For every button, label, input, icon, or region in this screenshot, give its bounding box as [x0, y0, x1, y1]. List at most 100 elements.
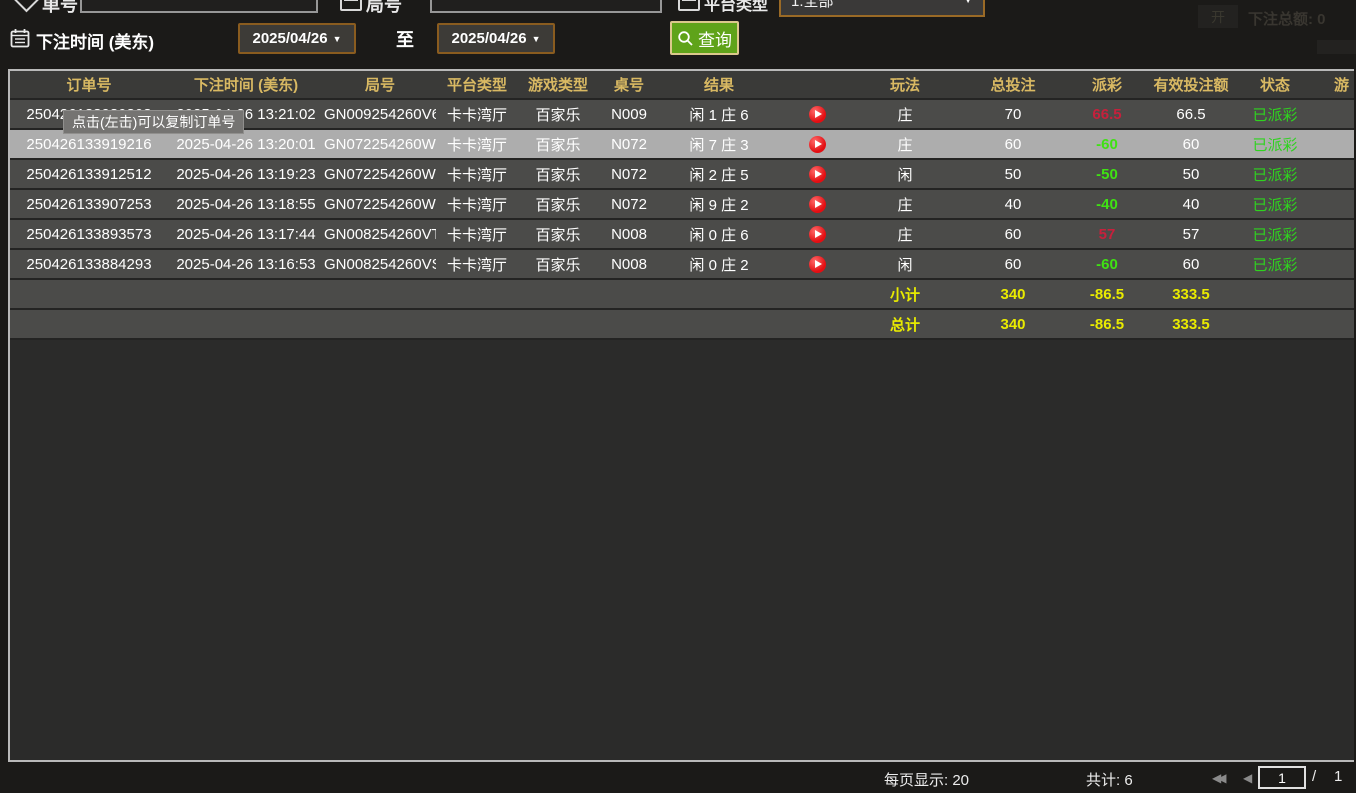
cell-extra: [1310, 129, 1354, 159]
cell-platform: 卡卡湾厅: [436, 159, 518, 189]
cell-empty: [436, 279, 518, 309]
cell-sum-valid: 333.5: [1142, 279, 1240, 309]
calendar-icon: [10, 28, 30, 48]
cell-play-type: 庄: [856, 189, 954, 219]
prev-page-button[interactable]: ◀: [1243, 771, 1252, 785]
replay-icon[interactable]: [809, 166, 826, 183]
form-icon-2: [678, 0, 700, 11]
query-button[interactable]: 查询: [670, 21, 739, 55]
date-to-picker[interactable]: 2025/04/26 ▼: [437, 23, 555, 54]
bet-time-label: 下注时间 (美东): [36, 28, 154, 53]
faint-background-rect: [1317, 40, 1356, 54]
platform-select-value: 1.全部: [791, 0, 834, 11]
cell-total-bet: 60: [954, 129, 1072, 159]
cell-table-no: N072: [598, 189, 660, 219]
round-no-input[interactable]: [430, 0, 662, 13]
cell-platform: 卡卡湾厅: [436, 219, 518, 249]
cell-payout: -40: [1072, 189, 1142, 219]
cell-status: 已派彩: [1240, 99, 1310, 129]
cell-game-type: 百家乐: [518, 99, 598, 129]
cell-play-type: 庄: [856, 129, 954, 159]
table-row[interactable]: 2504261339072532025-04-26 13:18:55GN0722…: [10, 189, 1354, 219]
cell-order-no[interactable]: 250426133893573: [10, 219, 168, 249]
col-header-9: 总投注: [954, 71, 1072, 99]
cell-round-no: GN008254260VT: [324, 219, 436, 249]
cell-replay: [778, 99, 856, 129]
cell-payout: 66.5: [1072, 99, 1142, 129]
cell-empty: [10, 309, 168, 339]
page-separator: /: [1312, 768, 1316, 785]
cell-order-no[interactable]: 250426133907253: [10, 189, 168, 219]
table-row[interactable]: 2504261339125122025-04-26 13:19:23GN0722…: [10, 159, 1354, 189]
cell-valid-bet: 40: [1142, 189, 1240, 219]
bet-records-table: 订单号下注时间 (美东)局号平台类型游戏类型桌号结果玩法总投注派彩有效投注额状态…: [8, 69, 1354, 762]
chevron-down-icon: ▼: [963, 0, 973, 6]
col-header-7: [778, 71, 856, 99]
cell-platform: 卡卡湾厅: [436, 129, 518, 159]
date-from-picker[interactable]: 2025/04/26 ▼: [238, 23, 356, 54]
table-header-row: 订单号下注时间 (美东)局号平台类型游戏类型桌号结果玩法总投注派彩有效投注额状态…: [10, 71, 1354, 99]
cell-empty: [324, 309, 436, 339]
first-page-button[interactable]: ◀◀: [1212, 771, 1222, 785]
cell-empty: [518, 309, 598, 339]
cell-replay: [778, 249, 856, 279]
cell-empty: [1310, 279, 1354, 309]
table-row[interactable]: 2504261338935732025-04-26 13:17:44GN0082…: [10, 219, 1354, 249]
cell-extra: [1310, 249, 1354, 279]
table-row[interactable]: 2504261338842932025-04-26 13:16:53GN0082…: [10, 249, 1354, 279]
cell-payout: -60: [1072, 129, 1142, 159]
replay-icon[interactable]: [809, 106, 826, 123]
cell-play-type: 闲: [856, 159, 954, 189]
page-number-input[interactable]: [1258, 766, 1306, 789]
col-header-11: 有效投注额: [1142, 71, 1240, 99]
col-header-13: 游: [1310, 71, 1354, 99]
cell-table-no: N008: [598, 219, 660, 249]
replay-icon[interactable]: [809, 196, 826, 213]
copy-order-tooltip: 点击(左击)可以复制订单号: [63, 110, 244, 134]
cell-platform: 卡卡湾厅: [436, 99, 518, 129]
cell-round-no: GN072254260WD: [324, 129, 436, 159]
replay-icon[interactable]: [809, 136, 826, 153]
cell-sum-total: 340: [954, 279, 1072, 309]
per-page-label: 每页显示: 20: [884, 769, 969, 790]
platform-type-select[interactable]: 1.全部 ▼: [779, 0, 985, 17]
col-header-12: 状态: [1240, 71, 1310, 99]
replay-icon[interactable]: [809, 226, 826, 243]
replay-icon[interactable]: [809, 256, 826, 273]
cell-empty: [1240, 309, 1310, 339]
cell-empty: [168, 309, 324, 339]
cell-status: 已派彩: [1240, 189, 1310, 219]
cell-order-no[interactable]: 250426133884293: [10, 249, 168, 279]
search-icon: [677, 30, 694, 47]
cell-sum-payout: -86.5: [1072, 279, 1142, 309]
cell-replay: [778, 189, 856, 219]
faint-background-label: 开: [1198, 5, 1238, 28]
filter-input-2-label: 局号: [366, 0, 402, 17]
cell-result: 闲 9 庄 2: [660, 189, 778, 219]
cell-game-type: 百家乐: [518, 159, 598, 189]
cell-table-no: N008: [598, 249, 660, 279]
chevron-down-icon: ▼: [532, 34, 541, 44]
order-no-input[interactable]: [80, 0, 318, 13]
cell-play-type: 庄: [856, 99, 954, 129]
cell-order-no[interactable]: 250426133912512: [10, 159, 168, 189]
cell-table-no: N072: [598, 159, 660, 189]
date-from-value: 2025/04/26: [253, 30, 328, 47]
subtotal-row: 小计340-86.5333.5: [10, 279, 1354, 309]
cell-bet-time: 2025-04-26 13:16:53: [168, 249, 324, 279]
cell-total-bet: 40: [954, 189, 1072, 219]
col-header-6: 结果: [660, 71, 778, 99]
cell-status: 已派彩: [1240, 219, 1310, 249]
col-header-4: 游戏类型: [518, 71, 598, 99]
cell-extra: [1310, 99, 1354, 129]
date-to-value: 2025/04/26: [452, 30, 527, 47]
cell-extra: [1310, 159, 1354, 189]
cell-empty: [778, 309, 856, 339]
cell-valid-bet: 60: [1142, 129, 1240, 159]
cell-total-bet: 60: [954, 249, 1072, 279]
cell-valid-bet: 66.5: [1142, 99, 1240, 129]
cell-sum-valid: 333.5: [1142, 309, 1240, 339]
cell-result: 闲 0 庄 2: [660, 249, 778, 279]
cell-round-no: GN072254260WB: [324, 189, 436, 219]
cell-sum-total: 340: [954, 309, 1072, 339]
